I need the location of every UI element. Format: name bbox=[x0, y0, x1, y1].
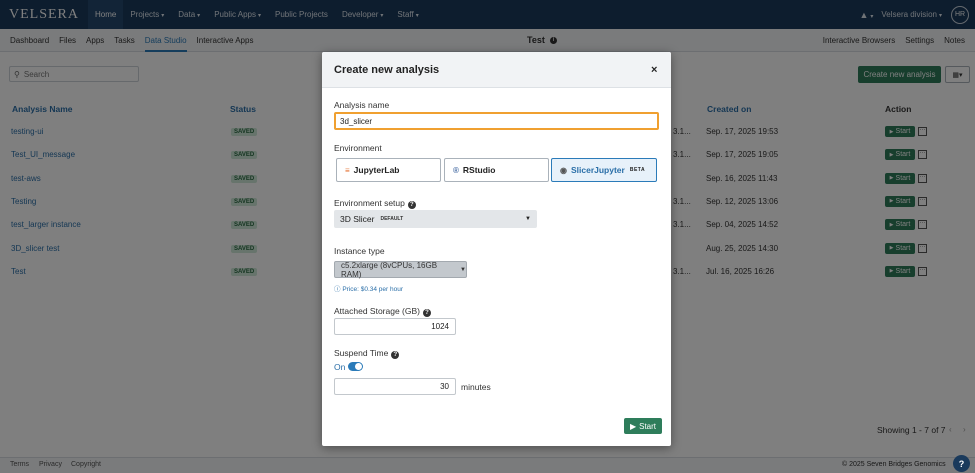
chevron-down-icon: ▼ bbox=[525, 216, 531, 222]
analysis-name-input[interactable] bbox=[334, 112, 659, 130]
close-icon[interactable]: × bbox=[651, 64, 657, 76]
suspend-time-text: Suspend Time bbox=[334, 348, 389, 358]
env-label-jupyterlab: JupyterLab bbox=[353, 165, 400, 175]
environment-label: Environment bbox=[334, 143, 382, 153]
suspend-minutes-input[interactable] bbox=[334, 378, 456, 395]
suspend-time-label: Suspend Time? bbox=[334, 348, 400, 359]
env-option-jupyterlab[interactable]: ≡ JupyterLab bbox=[336, 158, 441, 182]
price-note: ⓘ Price: $0.34 per hour bbox=[334, 283, 403, 293]
minutes-label: minutes bbox=[461, 382, 491, 392]
env-option-rstudio[interactable]: ® RStudio bbox=[444, 158, 549, 182]
env-label-slicerjupyter: SlicerJupyter bbox=[570, 165, 625, 175]
environment-setup-value: 3D Slicer bbox=[340, 214, 375, 224]
modal-title: Create new analysis bbox=[334, 64, 440, 76]
slicer-icon: ◉ bbox=[560, 165, 567, 175]
help-icon[interactable]: ? bbox=[423, 309, 431, 317]
help-button[interactable]: ? bbox=[953, 455, 970, 472]
environment-setup-select[interactable]: 3D Slicer DEFAULT ▼ bbox=[334, 210, 537, 228]
storage-input[interactable] bbox=[334, 318, 456, 335]
suspend-toggle[interactable] bbox=[348, 362, 363, 371]
instance-type-label: Instance type bbox=[334, 246, 385, 256]
jupyter-icon: ≡ bbox=[345, 165, 350, 175]
storage-text: Attached Storage (GB) bbox=[334, 306, 420, 316]
start-button[interactable]: ▶ Start bbox=[624, 418, 662, 434]
start-button-label: Start bbox=[639, 421, 657, 431]
storage-label: Attached Storage (GB)? bbox=[334, 306, 431, 317]
environment-setup-label: Environment setup? bbox=[334, 198, 416, 209]
chevron-down-icon: ▼ bbox=[460, 266, 466, 273]
modal-header: Create new analysis × bbox=[322, 52, 671, 88]
beta-badge: BETA bbox=[629, 167, 646, 173]
create-analysis-modal: Create new analysis × Analysis name Envi… bbox=[322, 52, 671, 446]
help-icon[interactable]: ? bbox=[407, 201, 416, 209]
environment-setup-text: Environment setup bbox=[334, 198, 405, 208]
help-icon[interactable]: ? bbox=[391, 351, 400, 359]
instance-type-value: c5.2xlarge (8vCPUs, 16GB RAM) bbox=[341, 260, 438, 279]
info-icon: ⓘ bbox=[334, 286, 341, 293]
price-text: Price: $0.34 per hour bbox=[342, 286, 404, 293]
rstudio-icon: ® bbox=[453, 165, 459, 175]
analysis-name-label: Analysis name bbox=[334, 100, 390, 110]
env-label-rstudio: RStudio bbox=[462, 165, 496, 175]
toggle-knob bbox=[355, 363, 362, 370]
env-option-slicerjupyter[interactable]: ◉ SlicerJupyter BETA bbox=[551, 158, 657, 182]
default-badge: DEFAULT bbox=[380, 216, 404, 222]
play-icon: ▶ bbox=[629, 421, 637, 431]
suspend-state-label: On bbox=[334, 362, 346, 372]
instance-type-select[interactable]: c5.2xlarge (8vCPUs, 16GB RAM) ▼ bbox=[334, 260, 467, 279]
